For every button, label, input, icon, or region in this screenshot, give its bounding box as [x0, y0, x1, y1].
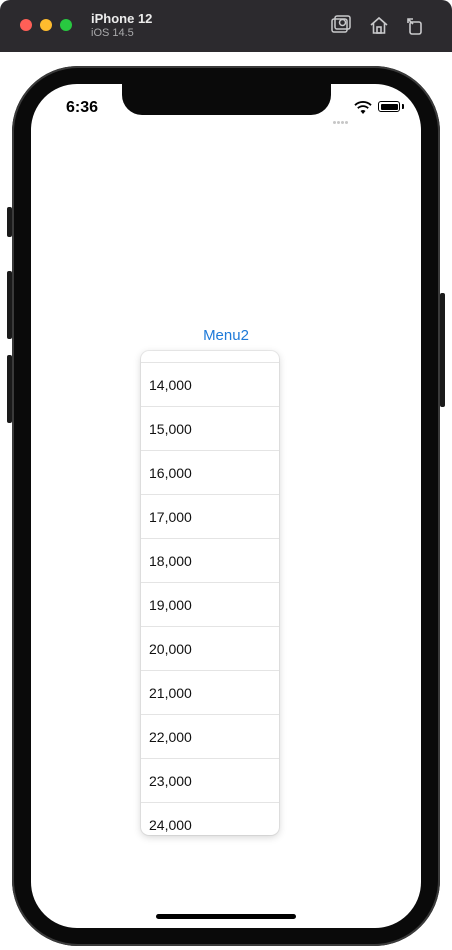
volume-up-button [7, 271, 12, 339]
menu-option[interactable]: 13,000 [141, 351, 279, 363]
menu-option-label: 21,000 [149, 684, 192, 701]
menu-option[interactable]: 21,000 [141, 671, 279, 715]
menu-option[interactable]: 22,000 [141, 715, 279, 759]
rotate-icon[interactable] [404, 14, 426, 36]
menu-option[interactable]: 20,000 [141, 627, 279, 671]
power-button [440, 293, 445, 407]
menu-option[interactable]: 14,000 [141, 363, 279, 407]
menu-title-button[interactable]: Menu2 [31, 327, 421, 344]
menu-option-label: 24,000 [149, 816, 192, 833]
home-indicator [156, 914, 296, 919]
menu-option-label: 17,000 [149, 508, 192, 525]
os-version: iOS 14.5 [91, 27, 134, 39]
battery-icon [378, 101, 400, 112]
window-zoom-button[interactable] [60, 19, 72, 31]
menu-option[interactable]: 24,000 [141, 803, 279, 835]
window-close-button[interactable] [20, 19, 32, 31]
menu-option-label: 18,000 [149, 552, 192, 569]
menu-option[interactable]: 18,000 [141, 539, 279, 583]
simulator-toolbar: iPhone 12 iOS 14.5 [0, 0, 452, 52]
volume-down-button [7, 355, 12, 423]
silent-switch [7, 207, 12, 237]
menu-option-label: 16,000 [149, 464, 192, 481]
menu-option[interactable]: 19,000 [141, 583, 279, 627]
device-screen: 6:36 Menu2 13,000 14,000 15,000 16,000 17,00… [31, 84, 421, 928]
menu-option[interactable]: 17,000 [141, 495, 279, 539]
menu-option-label: 14,000 [149, 376, 192, 393]
dropdown-menu[interactable]: 13,000 14,000 15,000 16,000 17,000 18,000 19,0… [141, 351, 279, 835]
menu-option[interactable]: 16,000 [141, 451, 279, 495]
menu-option-label: 19,000 [149, 596, 192, 613]
menu-option-label: 23,000 [149, 772, 192, 789]
device-name: iPhone 12 [91, 11, 153, 26]
cellular-signal-icon [333, 111, 349, 129]
dropdown-list: 13,000 14,000 15,000 16,000 17,000 18,000 19,0… [141, 351, 279, 835]
menu-option-label: 15,000 [149, 420, 192, 437]
notch [122, 84, 331, 115]
battery-cap [402, 104, 404, 109]
screenshot-icon[interactable] [330, 14, 352, 36]
window-minimize-button[interactable] [40, 19, 52, 31]
wifi-icon [354, 101, 372, 114]
home-icon[interactable] [368, 14, 390, 36]
menu-option-label: 20,000 [149, 640, 192, 657]
menu-option[interactable]: 23,000 [141, 759, 279, 803]
status-time: 6:36 [66, 99, 99, 116]
menu-option-label: 22,000 [149, 728, 192, 745]
menu-option[interactable]: 15,000 [141, 407, 279, 451]
